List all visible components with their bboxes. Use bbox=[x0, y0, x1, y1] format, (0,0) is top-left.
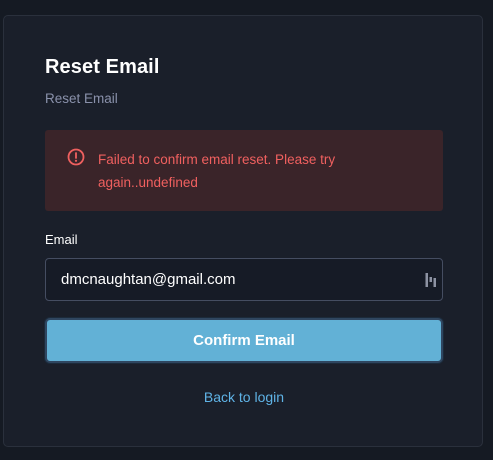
error-message: Failed to confirm email reset. Please tr… bbox=[98, 152, 336, 190]
page-subtitle: Reset Email bbox=[45, 91, 118, 106]
page-title: Reset Email bbox=[45, 56, 160, 78]
email-input[interactable] bbox=[61, 259, 401, 300]
error-alert: Failed to confirm email reset. Please tr… bbox=[45, 130, 443, 211]
back-to-login-link[interactable]: Back to login bbox=[4, 389, 484, 405]
reset-email-card: Reset Email Reset Email Failed to confir… bbox=[3, 15, 483, 447]
page: Reset Email Reset Email Failed to confir… bbox=[0, 0, 493, 460]
email-field[interactable] bbox=[45, 258, 443, 301]
confirm-email-button[interactable]: Confirm Email bbox=[45, 318, 443, 363]
password-manager-icon[interactable] bbox=[425, 272, 437, 288]
alert-circle-icon bbox=[67, 148, 85, 166]
email-label: Email bbox=[45, 232, 78, 247]
